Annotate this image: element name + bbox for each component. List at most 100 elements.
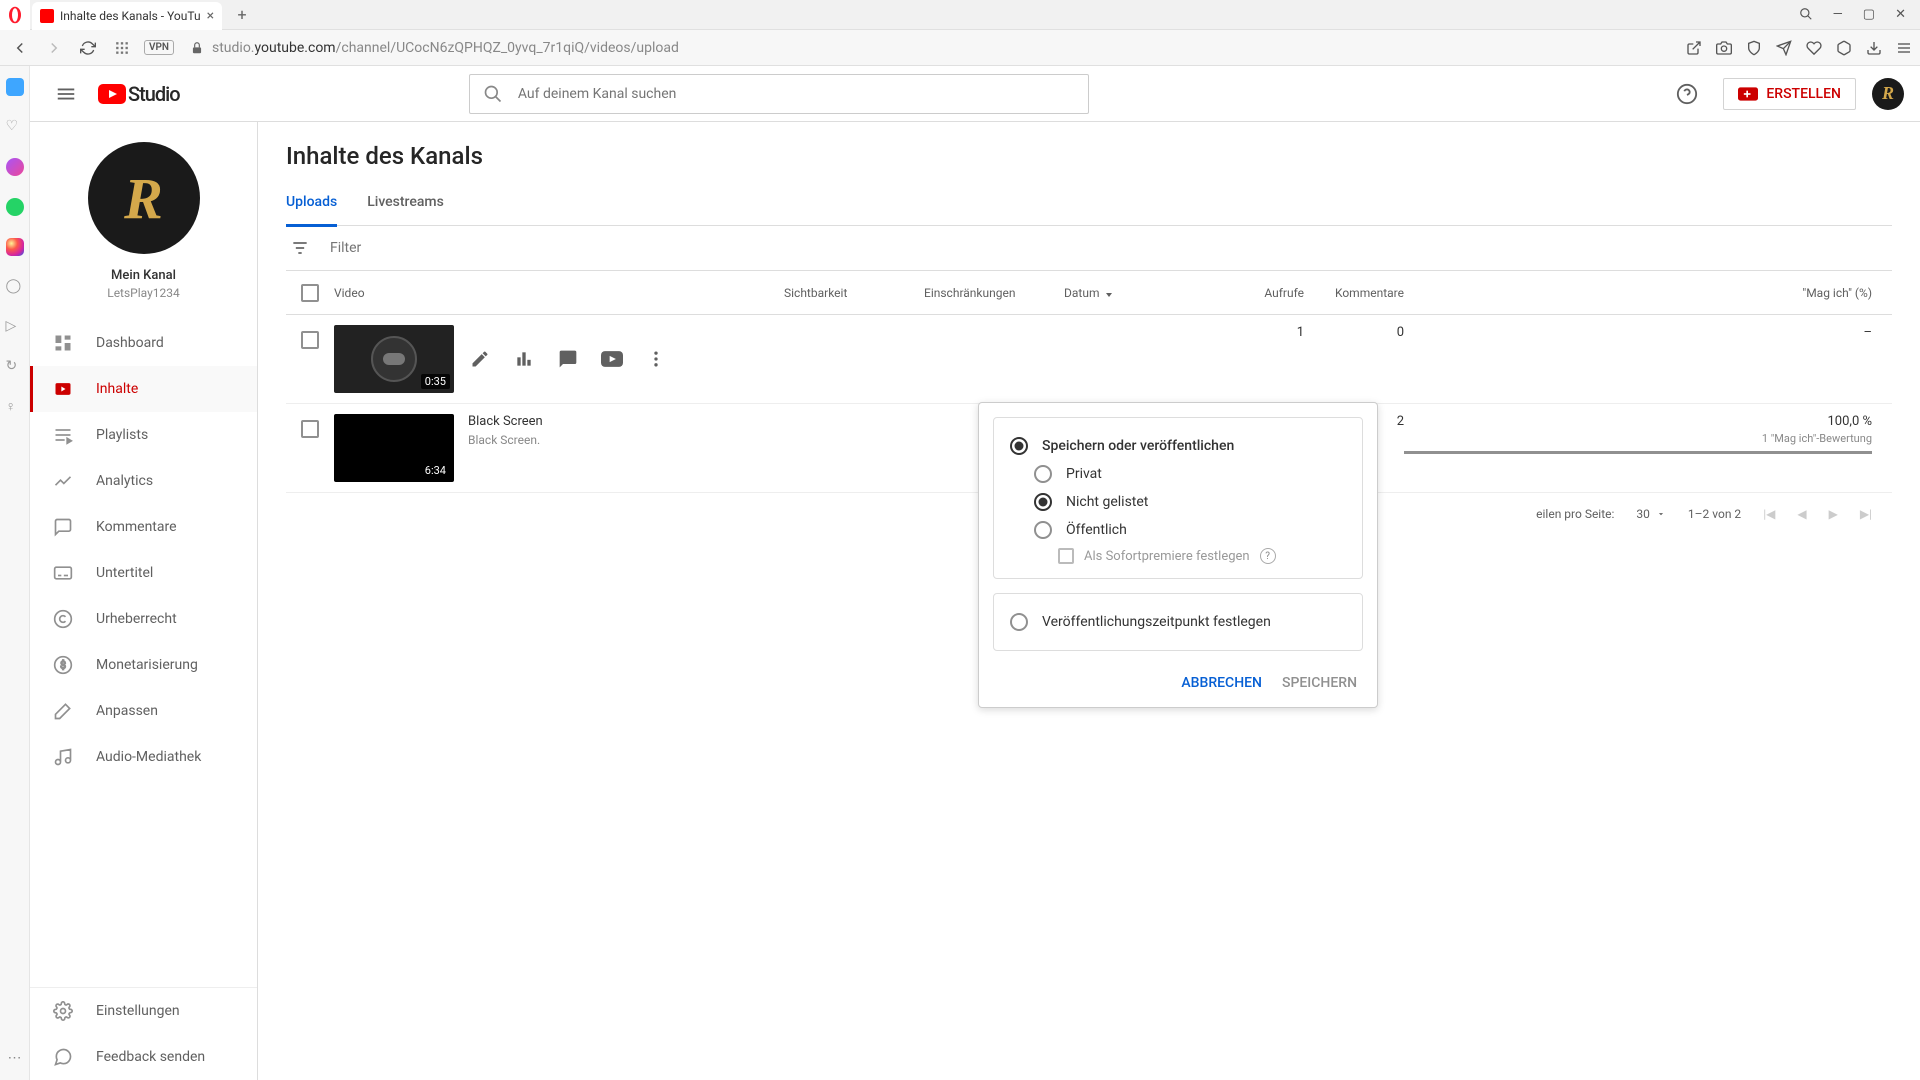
nav-settings[interactable]: Einstellungen <box>30 988 257 1034</box>
reload-button[interactable] <box>76 36 100 60</box>
video-description: Black Screen. <box>468 433 543 447</box>
more-button[interactable] <box>644 347 668 371</box>
nav-monetization[interactable]: $ Monetarisierung <box>30 642 257 688</box>
radio-public[interactable]: Öffentlich <box>1010 516 1346 544</box>
gear-icon <box>52 1001 74 1021</box>
premiere-label: Als Sofortpremiere festlegen <box>1084 549 1250 564</box>
comments-button[interactable] <box>556 347 580 371</box>
nav-comments[interactable]: Kommentare <box>30 504 257 550</box>
apps-icon[interactable] <box>110 36 134 60</box>
os-app-icon[interactable] <box>6 78 24 96</box>
popout-icon[interactable] <box>1686 40 1702 56</box>
radio-private[interactable]: Privat <box>1010 460 1346 488</box>
search-icon <box>483 84 503 104</box>
page-next-button[interactable]: ▶ <box>1829 507 1838 521</box>
nav-copyright[interactable]: Urheberrecht <box>30 596 257 642</box>
tab-close-icon[interactable]: × <box>207 8 214 24</box>
page-prev-button[interactable]: ◀ <box>1797 507 1806 521</box>
send-icon[interactable] <box>1776 40 1792 56</box>
browser-tab[interactable]: Inhalte des Kanals - YouTu × <box>32 2 222 30</box>
radio-save-or-publish[interactable]: Speichern oder veröffentlichen <box>1010 432 1346 460</box>
page-last-button[interactable]: ▶| <box>1860 507 1872 521</box>
os-whatsapp-icon[interactable] <box>6 198 24 216</box>
analytics-icon <box>52 471 74 491</box>
channel-handle: LetsPlay1234 <box>30 286 257 300</box>
create-button[interactable]: ERSTELLEN <box>1723 78 1856 110</box>
maximize-icon[interactable]: ▢ <box>1863 7 1875 22</box>
vpn-badge[interactable]: VPN <box>144 40 174 55</box>
tab-uploads[interactable]: Uploads <box>286 184 337 227</box>
menu-icon[interactable] <box>1896 40 1912 56</box>
minimize-icon[interactable]: — <box>1833 7 1843 22</box>
close-window-icon[interactable]: ✕ <box>1895 7 1906 22</box>
video-title[interactable]: Black Screen <box>468 414 543 429</box>
camera-icon[interactable] <box>1716 40 1732 56</box>
youtube-button[interactable] <box>600 347 624 371</box>
nav-analytics[interactable]: Analytics <box>30 458 257 504</box>
os-messenger-icon[interactable] <box>6 158 24 176</box>
premiere-checkbox[interactable] <box>1058 548 1074 564</box>
page-first-button[interactable]: |◀ <box>1763 507 1775 521</box>
edit-button[interactable] <box>468 347 492 371</box>
nav-customization[interactable]: Anpassen <box>30 688 257 734</box>
playlists-icon <box>52 425 74 445</box>
help-icon[interactable]: ? <box>1260 548 1276 564</box>
video-thumbnail[interactable]: 0:35 <box>334 325 454 393</box>
os-circle-icon[interactable]: ◯ <box>6 278 24 296</box>
search-window-icon[interactable] <box>1799 7 1813 22</box>
monetization-icon: $ <box>52 655 74 675</box>
nav-audio[interactable]: Audio-Mediathek <box>30 734 257 780</box>
os-bulb-icon[interactable]: ♀ <box>6 398 24 416</box>
hamburger-button[interactable] <box>46 74 86 114</box>
col-date[interactable]: Datum <box>1064 286 1204 300</box>
radio-icon <box>1010 613 1028 631</box>
shield-icon[interactable] <box>1746 40 1762 56</box>
cube-icon[interactable] <box>1836 40 1852 56</box>
nav-dashboard[interactable]: Dashboard <box>30 320 257 366</box>
video-thumbnail[interactable]: 6:34 <box>334 414 454 482</box>
filter-icon[interactable] <box>290 238 310 258</box>
user-avatar[interactable]: R <box>1872 78 1904 110</box>
channel-avatar[interactable]: R <box>88 142 200 254</box>
nav-content[interactable]: Inhalte <box>30 366 257 412</box>
svg-text:$: $ <box>60 658 66 671</box>
nav-feedback[interactable]: Feedback senden <box>30 1034 257 1080</box>
filter-input[interactable] <box>330 240 508 256</box>
os-play-icon[interactable]: ▷ <box>6 318 24 336</box>
save-button[interactable]: SPEICHERN <box>1282 675 1357 691</box>
radio-schedule[interactable]: Veröffentlichungszeitpunkt festlegen <box>1010 608 1346 636</box>
tab-livestreams[interactable]: Livestreams <box>367 184 444 225</box>
os-more-icon[interactable]: ⋯ <box>8 1050 22 1066</box>
per-page-select[interactable]: 30 <box>1636 507 1666 521</box>
radio-icon <box>1034 493 1052 511</box>
new-tab-button[interactable]: + <box>230 3 254 27</box>
heart-icon[interactable] <box>1806 40 1822 56</box>
row-checkbox[interactable] <box>301 420 319 438</box>
download-icon[interactable] <box>1866 40 1882 56</box>
help-button[interactable] <box>1667 74 1707 114</box>
youtube-studio-logo[interactable]: Studio <box>98 82 180 106</box>
select-all-checkbox[interactable] <box>301 284 319 302</box>
col-comments: Kommentare <box>1304 286 1404 300</box>
forward-button[interactable] <box>42 36 66 60</box>
feedback-icon <box>52 1047 74 1067</box>
comments-icon <box>52 517 74 537</box>
channel-name: Mein Kanal <box>30 268 257 283</box>
sort-down-icon <box>1103 287 1115 299</box>
search-input[interactable] <box>469 74 1089 114</box>
os-history-icon[interactable]: ↻ <box>6 358 24 376</box>
nav-subtitles[interactable]: Untertitel <box>30 550 257 596</box>
wand-icon <box>52 701 74 721</box>
url-text[interactable]: studio.youtube.com/channel/UCocN6zQPHQZ_… <box>212 40 679 56</box>
cancel-button[interactable]: ABBRECHEN <box>1181 675 1262 691</box>
os-instagram-icon[interactable] <box>6 238 24 256</box>
radio-unlisted[interactable]: Nicht gelistet <box>1010 488 1346 516</box>
youtube-favicon <box>40 9 54 23</box>
copyright-icon <box>52 609 74 629</box>
nav-playlists[interactable]: Playlists <box>30 412 257 458</box>
lock-icon[interactable] <box>190 41 204 55</box>
os-heart-icon[interactable]: ♡ <box>6 118 24 136</box>
back-button[interactable] <box>8 36 32 60</box>
analytics-button[interactable] <box>512 347 536 371</box>
row-checkbox[interactable] <box>301 331 319 349</box>
